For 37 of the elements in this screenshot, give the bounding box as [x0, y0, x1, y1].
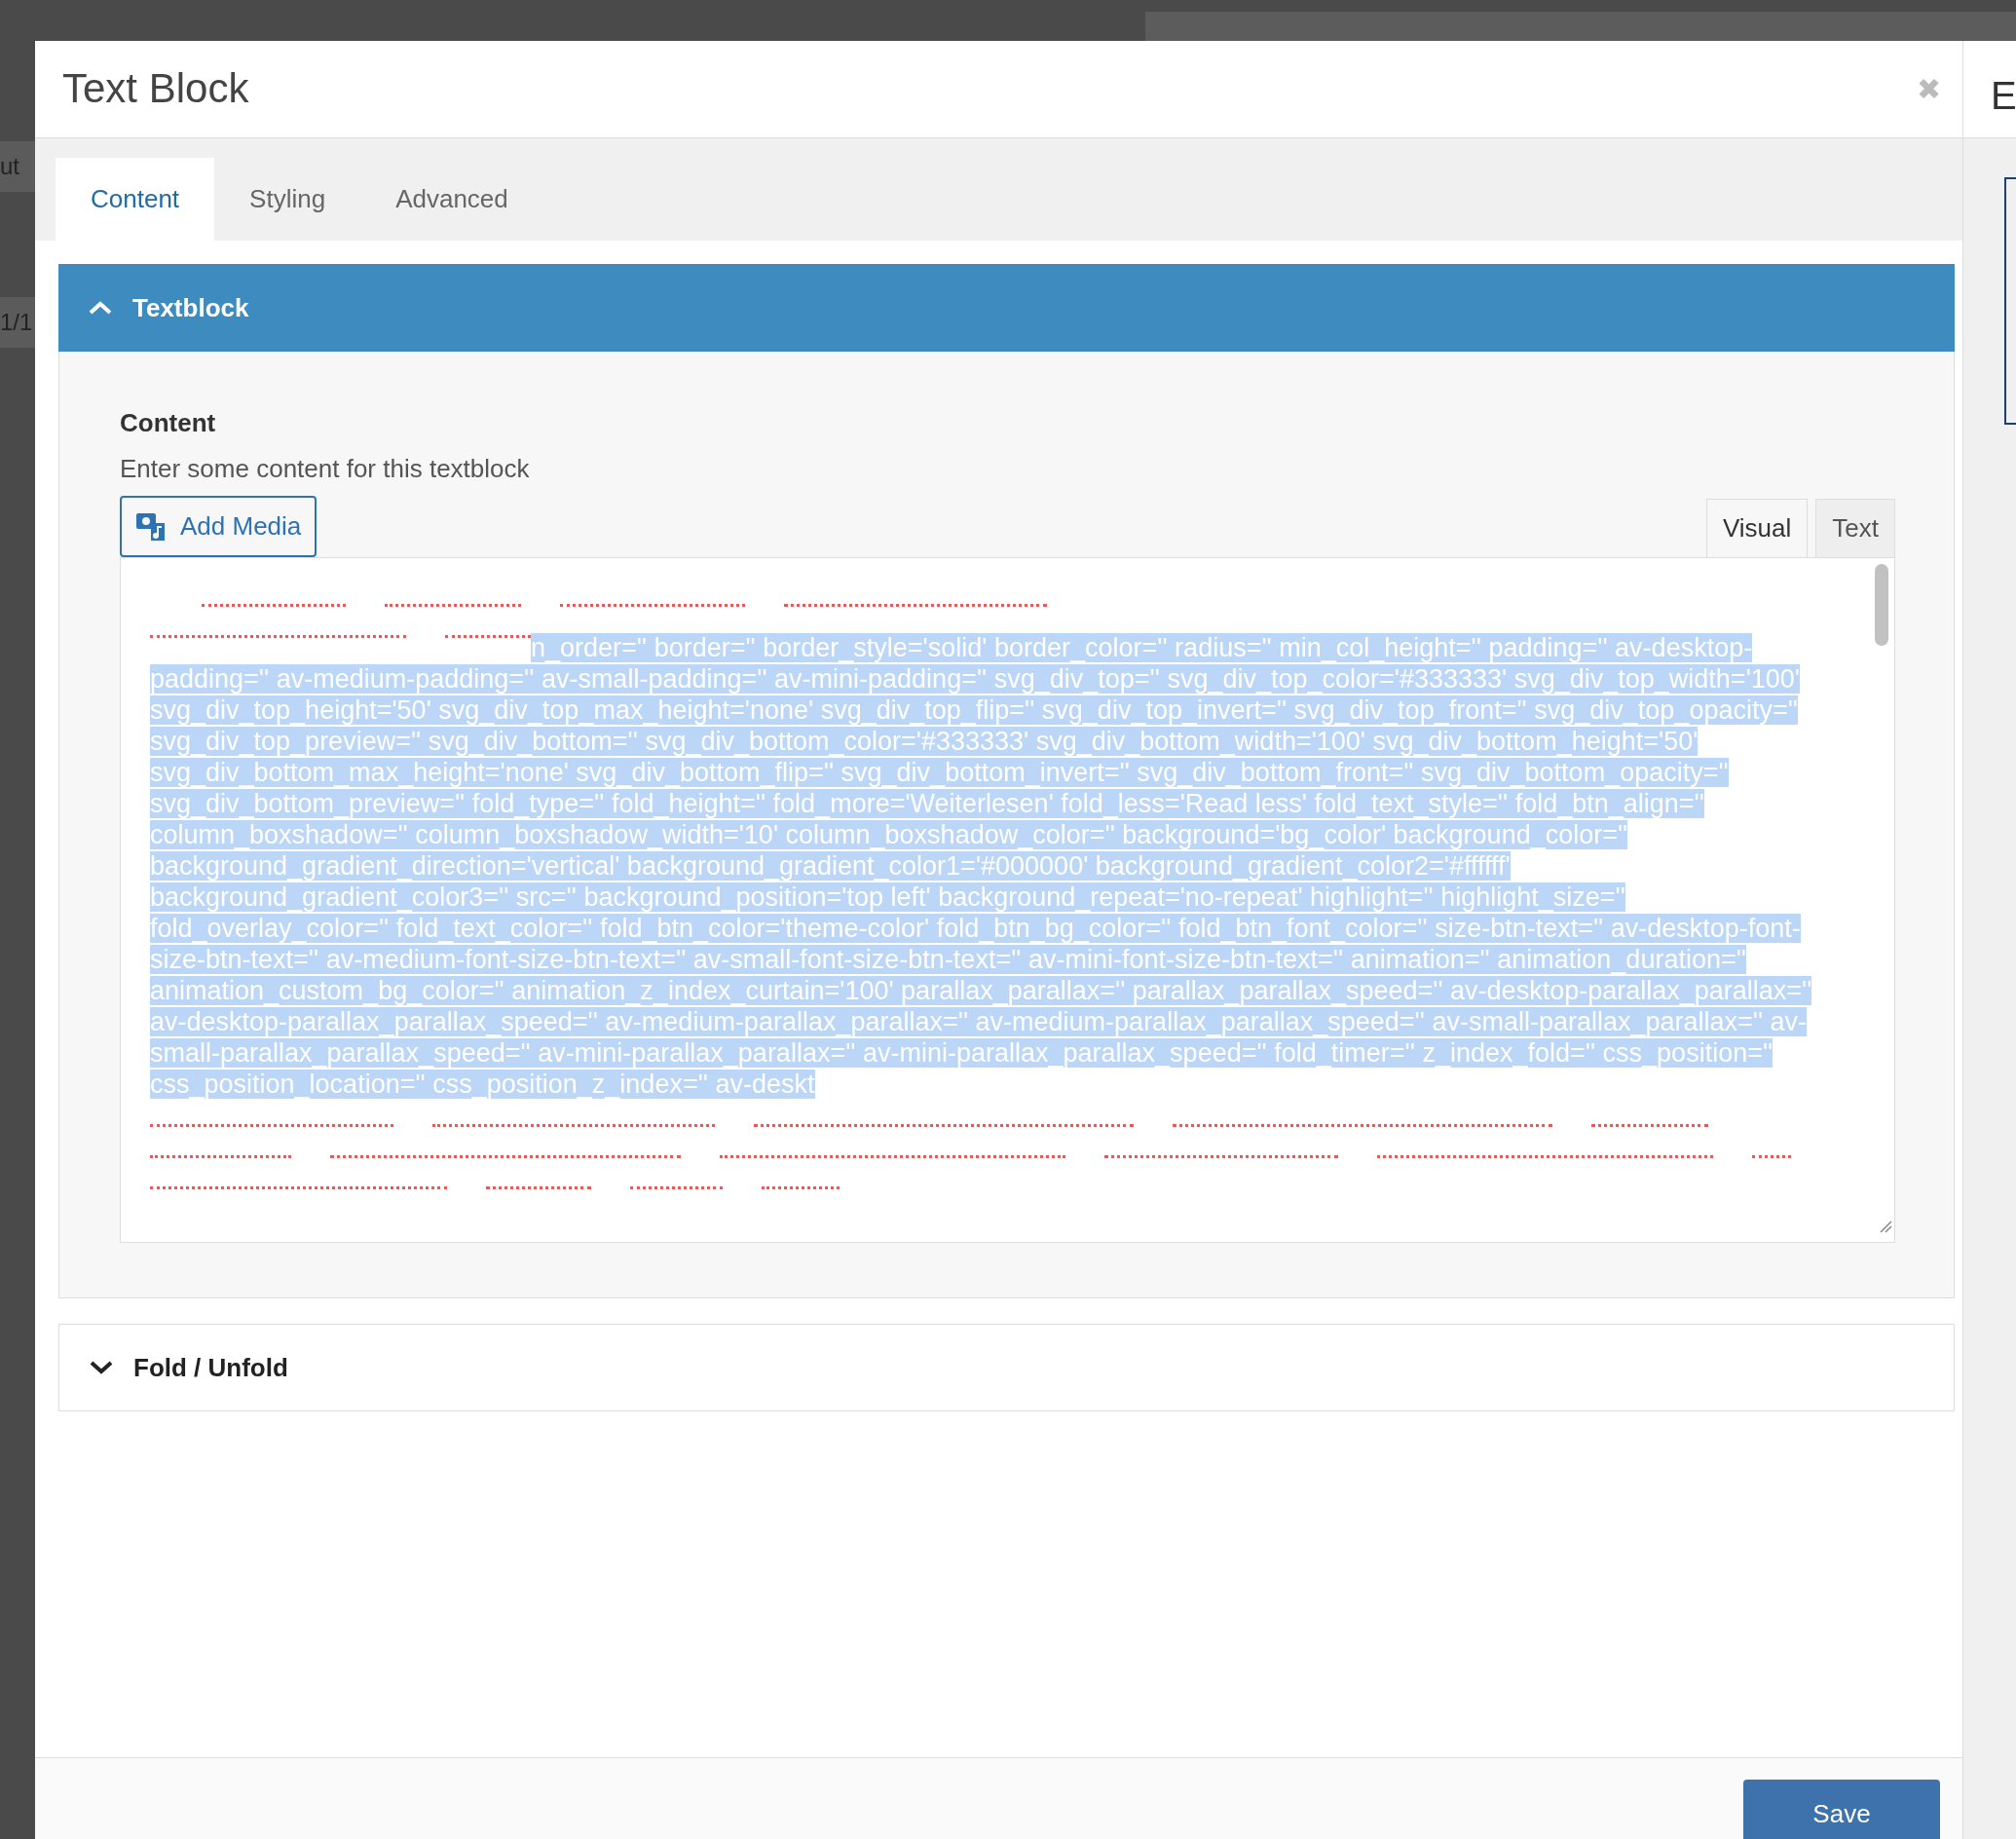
selected-text: css_position_location='' css_position_z_index='' av-deskt [150, 1070, 815, 1099]
selected-text: animation_custom_bg_color='' animation_z_index_curtain='100' parallax_parallax='' parallax_parallax_speed='' av-desktop-parallax_parallax='' [150, 976, 1812, 1005]
selected-text: svg_div_bottom_preview='' fold_type='' fold_height='' fold_more='Weiterlesen' fold_less='Read less' fold_text_style='' fold_btn_align='' [150, 789, 1704, 818]
save-button[interactable]: Save [1743, 1780, 1940, 1839]
selected-text: background_gradient_color3='' src='' background_position='top left' background_repeat='no-repeat' highlight='' highlight_size='' [150, 882, 1625, 912]
tab[interactable]: Content [56, 158, 215, 241]
background-text: ut [0, 141, 35, 192]
selected-text: padding='' av-medium-padding='' av-small-padding='' av-mini-padding='' svg_div_top='' svg_div_top_color='#333333' svg_div_top_width='100' [150, 664, 1800, 694]
editor-field[interactable] [120, 557, 1895, 1243]
selected-text: av-desktop-parallax_parallax_speed='' av-medium-parallax_parallax='' av-medium-parallax_parallax_speed='' av-small-parallax_parallax='' av- [150, 1007, 1808, 1036]
scrollbar-thumb[interactable] [1875, 564, 1888, 646]
selected-text: fold_overlay_color='' fold_text_color='' fold_btn_color='theme-color' fold_btn_bg_color='' fold_btn_font_color='' size-btn-text='' av-desktop-font- [150, 914, 1801, 943]
selected-text: column_boxshadow='' column_boxshadow_width='10' column_boxshadow_color='' background='bg_color' background_color='' [150, 820, 1628, 849]
editor-tab[interactable]: Visual [1705, 499, 1809, 557]
section-header[interactable]: Fold / Unfold [58, 1324, 1955, 1411]
section-title: Fold / Unfold [133, 1351, 288, 1384]
field-label: Content [120, 407, 217, 439]
tab[interactable]: Styling [214, 158, 361, 241]
add-media-button[interactable]: Add Media [120, 496, 317, 557]
section-header[interactable]: Textblock [58, 264, 1955, 352]
panel-title: E [1963, 41, 2016, 138]
spelling-underline [1752, 1155, 1791, 1158]
background-text: 1/1 [0, 297, 35, 348]
selected-text: svg_div_top_preview='' svg_div_bottom='' svg_div_bottom_color='#333333' svg_div_bottom_width='100' svg_div_bottom_height='50' [150, 727, 1699, 756]
selected-text: svg_div_bottom_max_height='none' svg_div_bottom_flip='' svg_div_bottom_invert='' svg_div_bottom_front='' svg_div_bottom_opacity='' [150, 758, 1729, 787]
section-title: Textblock [132, 291, 249, 324]
chevron-down-icon [89, 1360, 114, 1375]
tab[interactable]: Advanced [360, 158, 543, 241]
chevron-up-icon [88, 300, 113, 316]
selected-text: background_gradient_direction='vertical' background_gradient_color1='#000000' background_gradient_color2='#ffffff' [150, 851, 1511, 881]
selected-text: small-parallax_parallax_speed='' av-mini-parallax_parallax='' av-mini-parallax_parallax_speed='' fold_timer='' z_index_fold='' css_position='' [150, 1038, 1773, 1068]
selected-text: size-btn-text='' av-medium-font-size-btn-text='' av-small-font-size-btn-text='' av-mini-font-size-btn-text='' animation='' animation_duration='' [150, 945, 1746, 974]
modal-title: Text Block [62, 64, 249, 114]
selected-text: n_order='' border='' border_style='solid' border_color='' radius='' min_col_height='' padding='' av-desktop- [531, 633, 1753, 662]
field-description: Enter some content for this textblock [120, 453, 531, 485]
selected-text: svg_div_top_height='50' svg_div_top_max_height='none' svg_div_top_flip='' svg_div_top_invert='' svg_div_top_front='' svg_div_top_opacity='' [150, 695, 1798, 725]
editor-tab[interactable]: Text [1815, 499, 1895, 557]
